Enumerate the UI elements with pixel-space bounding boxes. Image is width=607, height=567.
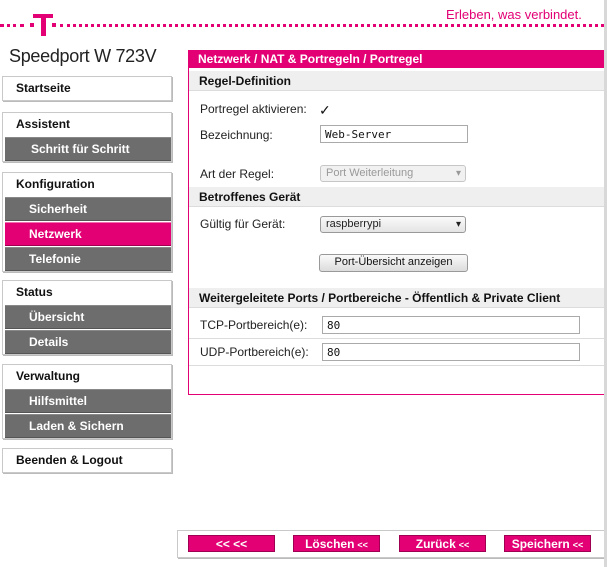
back-arrows-button[interactable]: << << [188,535,275,552]
header-divider-left [0,24,24,27]
device-label: Gültig für Gerät: [200,217,286,231]
nav-item-uebersicht[interactable]: Übersicht [5,305,171,329]
nav-group-assistent: Assistent Schritt für Schritt [2,112,172,162]
nav-konfiguration-label[interactable]: Konfiguration [3,173,171,196]
back-button[interactable]: Zurück << [399,535,486,552]
product-name: Speedport W 723V [9,46,157,66]
section-weitergeleitete-ports: Weitergeleitete Ports / Portbereiche - Ö… [189,288,604,308]
double-chevron-left-icon: << [458,540,470,550]
delete-button[interactable]: Löschen << [293,535,380,552]
nav-item-details[interactable]: Details [5,330,171,354]
name-label: Bezeichnung: [200,128,273,142]
device-select[interactable]: raspberrypi ▾ [320,216,466,233]
nav-assistent-label[interactable]: Assistent [3,113,171,136]
action-bar: << << Löschen << Zurück << Speichern << [177,530,606,558]
name-input[interactable]: Web-Server [320,125,468,143]
double-chevron-left-icon: << [357,540,368,550]
udp-port-input[interactable]: 80 [322,343,580,361]
save-button[interactable]: Speichern << [504,535,591,552]
nav-logout-label[interactable]: Beenden & Logout [3,449,171,472]
nav-logout[interactable]: Beenden & Logout [2,448,172,473]
tcp-port-input[interactable]: 80 [322,316,580,334]
row-divider [189,338,604,339]
nav-startseite-label[interactable]: Startseite [3,77,171,100]
nav-group-status: Status Übersicht Details [2,280,172,355]
slogan: Erleben, was verbindet. [446,7,582,22]
rule-type-value: Port Weiterleitung [326,167,414,179]
section-regel-definition: Regel-Definition [189,71,604,91]
row-divider [189,365,604,366]
nav-item-laden-sichern[interactable]: Laden & Sichern [5,414,171,438]
section-betroffenes-geraet: Betroffenes Gerät [189,187,604,207]
activate-label: Portregel aktivieren: [200,102,307,116]
nav-group-verwaltung: Verwaltung Hilfsmittel Laden & Sichern [2,364,172,439]
save-button-label: Speichern [511,537,570,551]
back-button-label: Zurück [415,537,456,551]
nav-status-label[interactable]: Status [3,281,171,304]
udp-label: UDP-Portbereich(e): [200,345,309,359]
portregel-panel: Netzwerk / NAT & Portregeln / Portregel … [188,50,605,395]
nav-item-telefonie[interactable]: Telefonie [5,247,171,271]
nav-verwaltung-label[interactable]: Verwaltung [3,365,171,388]
delete-button-label: Löschen [305,537,355,551]
device-value: raspberrypi [326,218,382,230]
nav-group-konfiguration: Konfiguration Sicherheit Netzwerk Telefo… [2,172,172,272]
port-overview-button[interactable]: Port-Übersicht anzeigen [319,254,468,272]
double-chevron-left-icon: << [572,540,584,550]
panel-title: Netzwerk / NAT & Portregeln / Portregel [189,51,604,68]
nav-item-netzwerk[interactable]: Netzwerk [5,222,171,246]
tcp-label: TCP-Portbereich(e): [200,318,308,332]
rule-type-select: Port Weiterleitung ▾ [320,165,466,182]
nav-item-hilfsmittel[interactable]: Hilfsmittel [5,389,171,413]
nav-item-sicherheit[interactable]: Sicherheit [5,197,171,221]
chevron-down-icon: ▾ [455,168,461,179]
activate-checkbox[interactable]: ✓ [319,103,333,117]
telekom-logo-icon [30,10,56,40]
nav-item-schritt-fuer-schritt[interactable]: Schritt für Schritt [5,137,171,161]
header-divider-right [60,24,604,27]
rule-type-label: Art der Regel: [200,167,275,181]
chevron-down-icon: ▾ [455,219,461,230]
nav-startseite[interactable]: Startseite [2,76,172,101]
